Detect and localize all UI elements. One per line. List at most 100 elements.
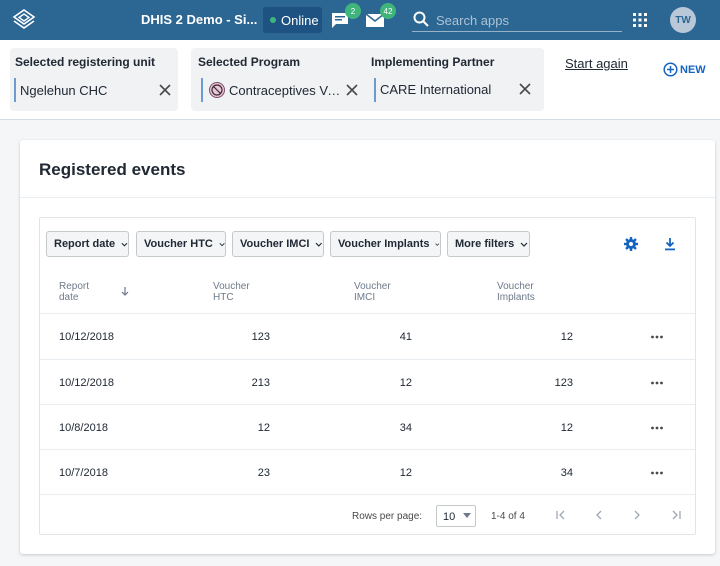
search-icon (413, 11, 429, 27)
cell-voucher-implants: 123 (554, 377, 573, 389)
cell-report-date: 10/12/2018 (59, 331, 115, 343)
selector-divider (14, 78, 16, 102)
selector-divider (201, 78, 203, 102)
divider (20, 197, 715, 198)
cell-report-date: 10/12/2018 (59, 377, 115, 389)
messages-badge: 42 (380, 3, 396, 19)
pagination: Rows per page: 10 1-4 of 4 (40, 494, 695, 534)
more-horiz-icon[interactable] (650, 376, 664, 390)
cell-voucher-htc: 23 (257, 467, 270, 479)
cell-voucher-imci: 41 (399, 331, 412, 343)
column-header-voucher-htc[interactable]: Voucher HTC (213, 281, 273, 303)
chevron-down-icon (520, 242, 528, 247)
cell-voucher-imci: 12 (399, 377, 412, 389)
dhis2-logo-icon[interactable] (12, 8, 36, 32)
chevron-down-icon (435, 242, 440, 246)
cell-report-date: 10/7/2018 (59, 467, 108, 479)
filter-voucher-imci[interactable]: Voucher IMCI (232, 231, 324, 257)
column-header-line: Voucher (354, 281, 391, 292)
apps-grid-icon[interactable] (633, 13, 647, 27)
filter-report-date[interactable]: Report date (46, 231, 129, 257)
filter-more[interactable]: More filters (447, 231, 530, 257)
filter-label: Voucher HTC (144, 238, 213, 250)
add-circle-icon (663, 62, 678, 77)
sort-descending-icon[interactable] (120, 286, 130, 296)
chevron-down-icon (316, 242, 323, 247)
more-horiz-icon[interactable] (650, 330, 664, 344)
gear-icon[interactable] (623, 236, 639, 252)
more-horiz-icon[interactable] (650, 466, 664, 480)
column-header-line: HTC (213, 292, 234, 303)
filter-voucher-htc[interactable]: Voucher HTC (136, 231, 226, 257)
column-header-line: Voucher (497, 281, 534, 292)
app-header: DHIS 2 Demo - Si... Online 2 42 TW (0, 0, 720, 40)
cell-voucher-htc: 12 (257, 422, 270, 434)
clear-program-icon[interactable] (346, 84, 358, 96)
context-bar: Selected registering unit Ngelehun CHC S… (0, 40, 720, 120)
interpretations-badge: 2 (345, 3, 361, 19)
cell-voucher-implants: 12 (560, 331, 573, 343)
app-title: DHIS 2 Demo - Si... (141, 12, 258, 27)
filter-label: More filters (455, 238, 515, 250)
column-header-voucher-implants[interactable]: Voucher Implants (497, 281, 557, 303)
page-range: 1-4 of 4 (491, 511, 525, 522)
cell-voucher-implants: 34 (560, 467, 573, 479)
download-icon[interactable] (662, 236, 678, 252)
filter-label: Voucher Implants (338, 238, 430, 250)
table-row[interactable]: 10/12/2018 123 41 12 (40, 313, 695, 359)
online-label: Online (281, 12, 319, 28)
program-value[interactable]: Contraceptives Vo... (229, 83, 341, 98)
prev-page-icon[interactable] (593, 509, 605, 521)
column-header-line: Implants (497, 292, 535, 303)
search-apps[interactable] (412, 8, 622, 32)
column-header-line: IMCI (354, 292, 376, 303)
cell-voucher-implants: 12 (560, 422, 573, 434)
filter-label: Voucher IMCI (240, 238, 310, 250)
new-button[interactable]: NEW (663, 62, 706, 77)
user-avatar[interactable]: TW (670, 7, 696, 33)
org-unit-value: Ngelehun CHC (20, 83, 108, 98)
column-header-line: Voucher (213, 281, 250, 292)
partner-value[interactable]: CARE International (380, 82, 510, 97)
cell-voucher-imci: 12 (399, 467, 412, 479)
registered-events-card: Registered events Report date Voucher HT… (20, 140, 715, 554)
messages-button[interactable]: 42 (364, 3, 396, 31)
program-icon (209, 82, 225, 98)
program-selector-card: Selected Program Contraceptives Vo... Im… (191, 48, 544, 111)
more-horiz-icon[interactable] (650, 421, 664, 435)
page-title: Registered events (39, 160, 186, 179)
column-header-report-date[interactable]: Report date (59, 281, 119, 303)
clear-org-unit-icon[interactable] (159, 84, 171, 96)
cell-report-date: 10/8/2018 (59, 422, 108, 434)
start-again-link[interactable]: Start again (565, 56, 628, 71)
filter-voucher-implants[interactable]: Voucher Implants (330, 231, 441, 257)
search-input[interactable] (436, 10, 616, 30)
no-entry-icon (211, 84, 223, 96)
cell-voucher-htc: 213 (251, 377, 270, 389)
cell-voucher-htc: 123 (251, 331, 270, 343)
caret-down-icon (463, 513, 471, 518)
new-button-label: NEW (680, 63, 706, 76)
rows-per-page-label: Rows per page: (352, 511, 423, 522)
clear-partner-icon[interactable] (519, 83, 531, 95)
selector-divider (374, 78, 376, 102)
online-dot-icon (270, 17, 276, 23)
column-header-voucher-imci[interactable]: Voucher IMCI (354, 281, 414, 303)
org-unit-label: Selected registering unit (15, 55, 156, 69)
events-table: Report date Voucher HTC Voucher IMCI Vou… (39, 217, 696, 535)
first-page-icon[interactable] (555, 509, 567, 521)
table-row[interactable]: 10/8/2018 12 34 12 (40, 404, 695, 450)
last-page-icon[interactable] (670, 509, 682, 521)
partner-label: Implementing Partner (371, 55, 495, 69)
filter-label: Report date (54, 238, 116, 250)
next-page-icon[interactable] (631, 509, 643, 521)
program-label: Selected Program (198, 55, 301, 69)
rows-per-page-value: 10 (443, 511, 456, 523)
chevron-down-icon (219, 242, 225, 246)
table-row[interactable]: 10/7/2018 23 12 34 (40, 449, 695, 495)
interpretations-button[interactable]: 2 (329, 3, 361, 31)
rows-per-page-select[interactable]: 10 (436, 505, 476, 527)
online-status: Online (263, 7, 322, 33)
table-row[interactable]: 10/12/2018 213 12 123 (40, 359, 695, 405)
org-unit-selector[interactable]: Selected registering unit Ngelehun CHC (10, 48, 178, 111)
